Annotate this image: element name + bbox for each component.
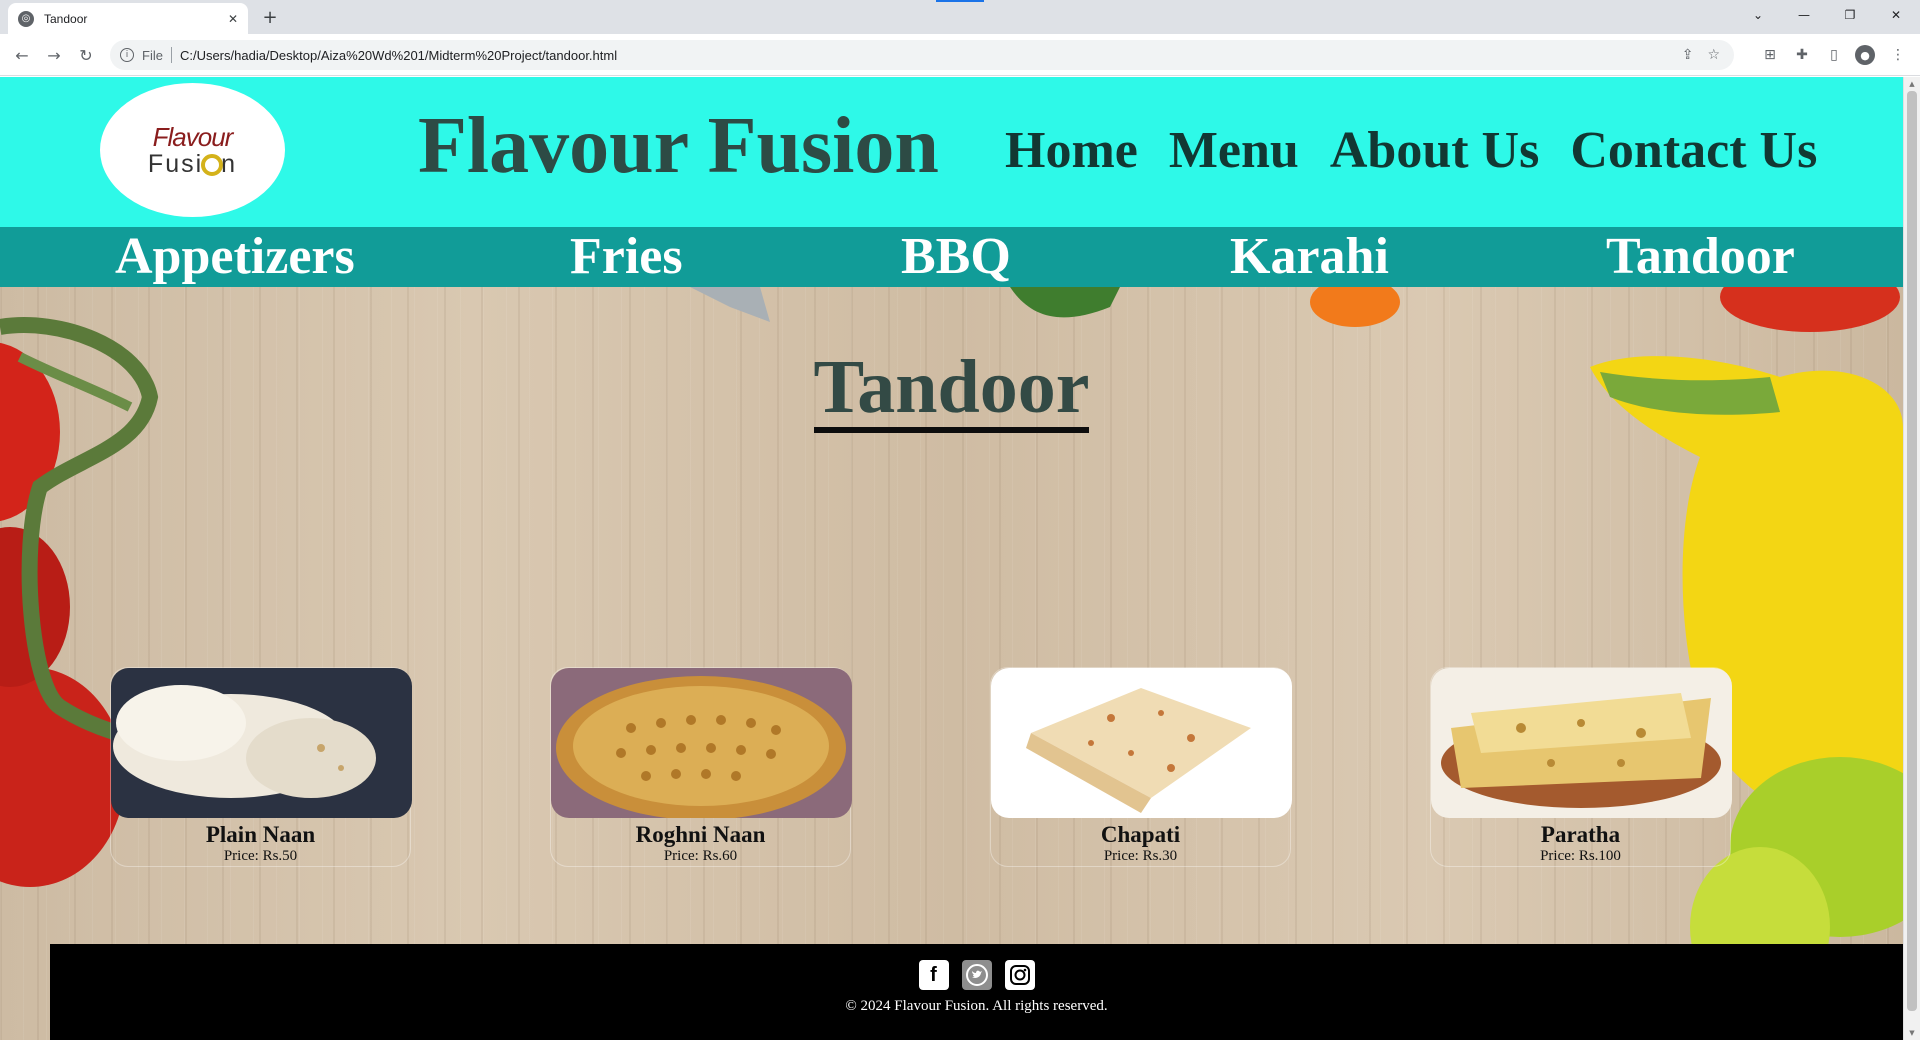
chevron-down-icon[interactable]: ⌄ xyxy=(1736,0,1780,30)
logo[interactable]: Flavour Fusi n xyxy=(100,83,285,217)
category-tandoor[interactable]: Tandoor xyxy=(1606,227,1795,287)
puzzle-icon[interactable]: ✚ xyxy=(1792,45,1812,65)
sidepanel-icon[interactable]: ▯ xyxy=(1824,45,1844,65)
item-name: Paratha xyxy=(1540,822,1621,847)
restore-icon[interactable]: ❐ xyxy=(1828,0,1872,30)
new-tab-icon[interactable]: + xyxy=(258,5,282,29)
page-title-text: Tandoor xyxy=(813,347,1090,433)
omnibox-divider xyxy=(170,47,172,63)
copyright-text: © 2024 Flavour Fusion. All rights reserv… xyxy=(845,998,1108,1014)
category-nav: Appetizers Fries BBQ Karahi Tandoor xyxy=(0,227,1903,287)
window-close-icon[interactable]: ✕ xyxy=(1874,0,1918,30)
menu-item-card[interactable]: Chapati Price: Rs.30 xyxy=(990,667,1292,867)
paratha-image xyxy=(1431,668,1732,818)
menu-item-card[interactable]: Plain Naan Price: Rs.50 xyxy=(110,667,412,867)
browser-tab[interactable]: ◎ Tandoor ✕ xyxy=(8,3,248,34)
category-fries[interactable]: Fries xyxy=(570,227,683,287)
page-scrollbar[interactable]: ▲ ▼ xyxy=(1903,77,1920,1040)
page-viewport: Tandoor Plain Naan Price: Rs.50 Roghni N… xyxy=(0,77,1920,1040)
close-tab-icon[interactable]: ✕ xyxy=(228,12,238,26)
nav-about-us[interactable]: About Us xyxy=(1330,121,1540,180)
main-nav: Home Menu About Us Contact Us xyxy=(1005,121,1817,180)
logo-text-a: Fusi xyxy=(147,150,204,178)
page-title: Tandoor xyxy=(0,347,1903,433)
tab-indicator xyxy=(936,0,984,2)
reload-icon[interactable]: ↻ xyxy=(74,43,98,67)
logo-ring-icon xyxy=(201,154,224,177)
item-name: Roghni Naan xyxy=(635,822,766,847)
url-text[interactable]: C:/Users/hadia/Desktop/Aiza%20Wd%201/Mid… xyxy=(180,48,1682,63)
category-karahi[interactable]: Karahi xyxy=(1230,227,1389,287)
info-icon[interactable]: i xyxy=(120,48,134,62)
extensions-icon[interactable]: ⊞ xyxy=(1760,45,1780,65)
scroll-up-icon[interactable]: ▲ xyxy=(1907,79,1917,89)
menu-item-card[interactable]: Paratha Price: Rs.100 xyxy=(1430,667,1732,867)
wood-background: Tandoor Plain Naan Price: Rs.50 Roghni N… xyxy=(0,287,1903,1040)
facebook-icon[interactable]: f xyxy=(918,960,949,990)
category-appetizers[interactable]: Appetizers xyxy=(115,227,355,287)
item-price: Price: Rs.60 xyxy=(663,848,738,864)
roghni-naan-image xyxy=(551,668,852,818)
item-name: Chapati xyxy=(1100,822,1181,847)
item-price: Price: Rs.30 xyxy=(1103,848,1178,864)
social-links: f xyxy=(50,960,1903,990)
back-icon[interactable]: ← xyxy=(10,43,34,67)
tab-title: Tandoor xyxy=(44,11,88,26)
menu-item-card[interactable]: Roghni Naan Price: Rs.60 xyxy=(550,667,852,867)
profile-icon[interactable]: ● xyxy=(1855,45,1875,65)
url-scheme: File xyxy=(142,47,163,63)
instagram-icon[interactable] xyxy=(1004,960,1035,990)
item-price: Price: Rs.50 xyxy=(223,848,298,864)
logo-line-2: Fusi n xyxy=(148,151,237,177)
omnibox[interactable]: i File C:/Users/hadia/Desktop/Aiza%20Wd%… xyxy=(110,40,1734,70)
star-icon[interactable]: ☆ xyxy=(1707,47,1720,63)
forward-icon[interactable]: → xyxy=(42,43,66,67)
item-price: Price: Rs.100 xyxy=(1540,848,1621,864)
scroll-thumb[interactable] xyxy=(1907,91,1917,1011)
twitter-icon[interactable] xyxy=(961,960,992,990)
scroll-down-icon[interactable]: ▼ xyxy=(1907,1028,1917,1038)
plain-naan-image xyxy=(111,668,412,818)
nav-contact-us[interactable]: Contact Us xyxy=(1570,121,1817,180)
menu-icon[interactable]: ⋮ xyxy=(1888,45,1908,65)
globe-icon: ◎ xyxy=(18,10,34,27)
logo-line-1: Flavour xyxy=(152,122,234,152)
logo-text-b: n xyxy=(221,150,238,178)
item-name: Plain Naan xyxy=(205,822,316,847)
nav-home[interactable]: Home xyxy=(1005,121,1138,180)
share-icon[interactable]: ⇪ xyxy=(1682,47,1694,63)
nav-menu[interactable]: Menu xyxy=(1169,121,1299,180)
address-bar: ← → ↻ i File C:/Users/hadia/Desktop/Aiza… xyxy=(0,34,1920,76)
brand-title: Flavour Fusion xyxy=(418,102,939,190)
site-footer: f © 2024 Flavour Fusion. All rights rese… xyxy=(50,944,1903,1040)
browser-tab-strip: ◎ Tandoor ✕ + ⌄ — ❐ ✕ xyxy=(0,0,1920,34)
minimize-icon[interactable]: — xyxy=(1782,0,1826,30)
chapati-image xyxy=(991,668,1292,818)
site-header: Flavour Fusi n Flavour Fusion Home Menu A… xyxy=(0,77,1903,227)
category-bbq[interactable]: BBQ xyxy=(901,227,1011,287)
